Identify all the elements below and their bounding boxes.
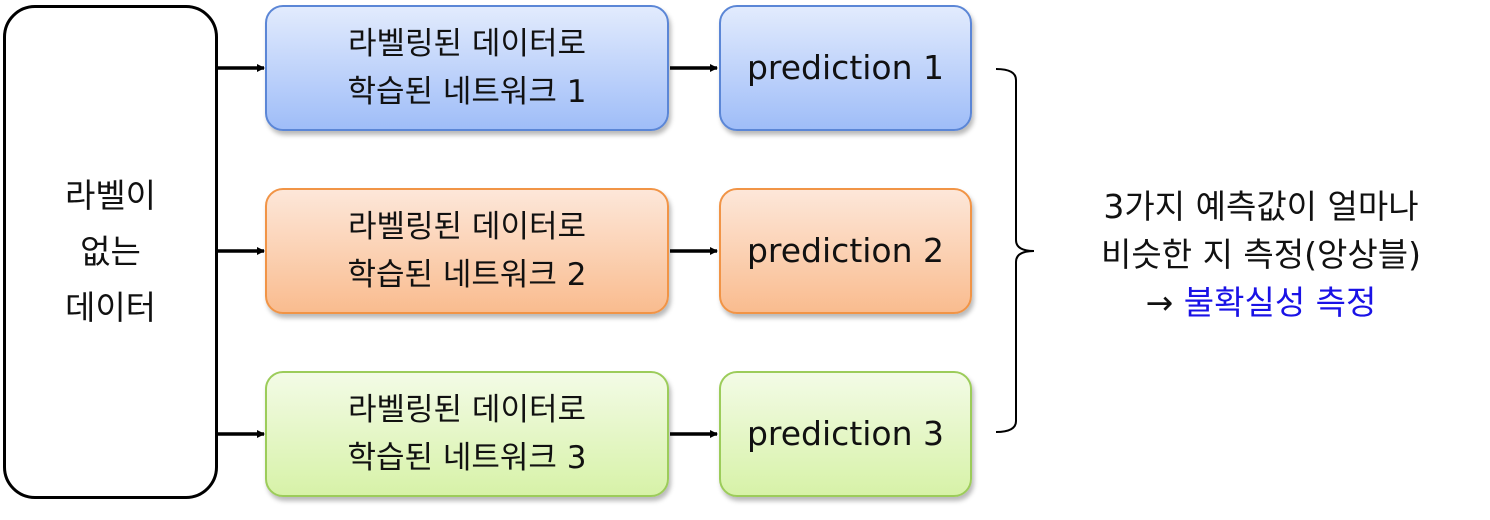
network-1-line-2: 학습된 네트워크 1 [347, 74, 587, 110]
network-2-line-1: 라벨링된 데이터로 [347, 209, 586, 245]
prediction-1-label: prediction 1 [746, 48, 945, 87]
unlabeled-data-line-2: 없는 [80, 232, 141, 271]
prediction-1-box: prediction 1 [719, 5, 972, 131]
network-3-line-2: 학습된 네트워크 3 [347, 440, 587, 476]
prediction-2-label: prediction 2 [746, 231, 945, 270]
prediction-2-box: prediction 2 [719, 188, 972, 314]
unlabeled-data-line-1: 라벨이 [64, 176, 157, 215]
uncertainty-explanation: 3가지 예측값이 얼마나 비슷한 지 측정(앙상블) → 불확실성 측정 [1046, 183, 1476, 327]
uncertainty-measure-label: 불확실성 측정 [1183, 283, 1377, 322]
network-2-box: 라벨링된 데이터로 학습된 네트워크 2 [265, 188, 669, 314]
network-3-line-1: 라벨링된 데이터로 [347, 392, 586, 428]
network-1-line-1: 라벨링된 데이터로 [347, 26, 586, 62]
network-2-line-2: 학습된 네트워크 2 [347, 257, 587, 293]
unlabeled-data-line-3: 데이터 [64, 288, 157, 327]
explanation-line-1: 3가지 예측값이 얼마나 [1103, 187, 1419, 226]
network-3-box: 라벨링된 데이터로 학습된 네트워크 3 [265, 371, 669, 497]
explanation-line-3: → 불확실성 측정 [1046, 279, 1476, 327]
prediction-3-label: prediction 3 [746, 414, 945, 453]
network-1-box: 라벨링된 데이터로 학습된 네트워크 1 [265, 5, 669, 131]
unlabeled-data-box: 라벨이 없는 데이터 [3, 5, 218, 499]
explanation-line-2: 비슷한 지 측정(앙상블) [1101, 235, 1421, 274]
prediction-3-box: prediction 3 [719, 371, 972, 497]
right-brace [995, 68, 1035, 433]
result-arrow: → [1145, 283, 1174, 322]
